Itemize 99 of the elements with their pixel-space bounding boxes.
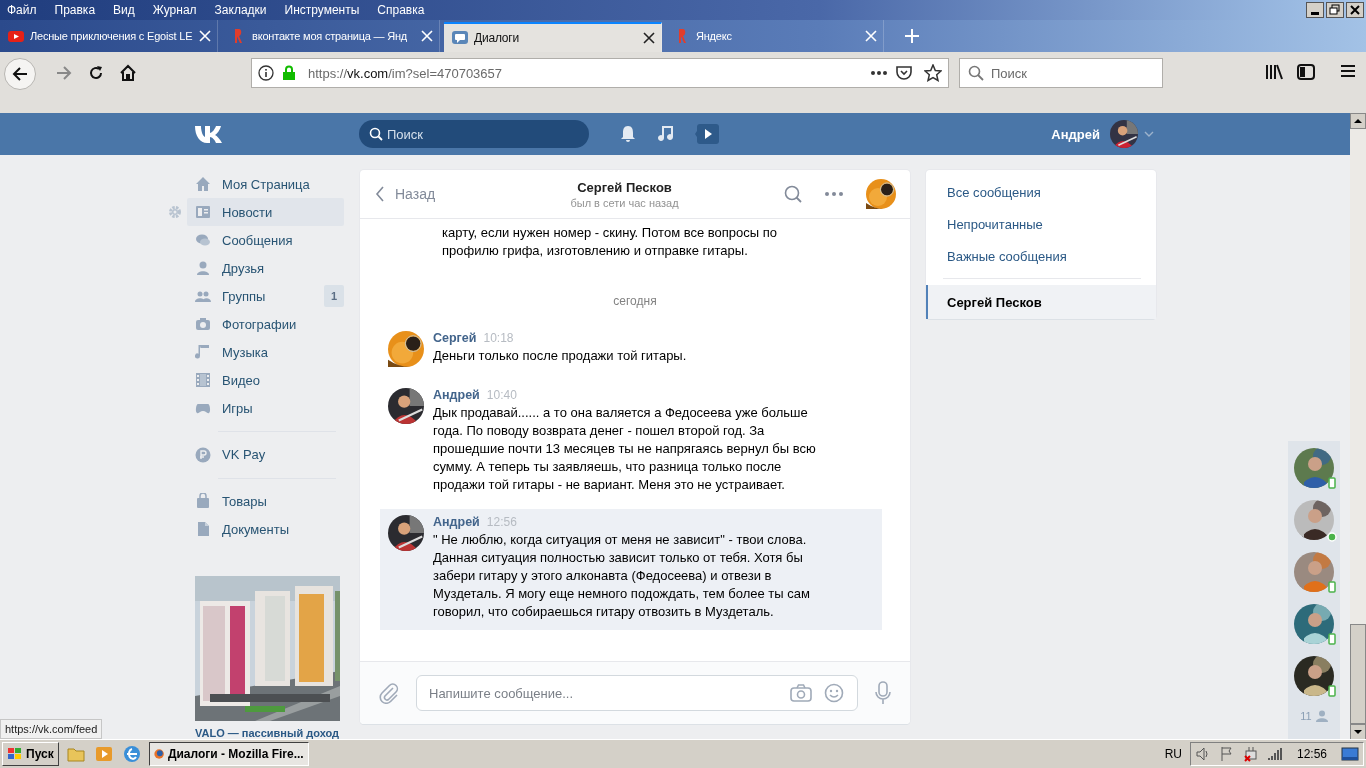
start-button[interactable]: Пуск — [2, 742, 59, 766]
user-name[interactable]: Андрей — [1051, 126, 1100, 142]
search-icon — [968, 65, 984, 81]
flag-icon[interactable] — [1218, 746, 1235, 762]
person-icon — [195, 260, 211, 276]
back-arrow-icon — [11, 65, 29, 83]
video-play-icon — [8, 28, 24, 44]
play-icon[interactable] — [695, 124, 719, 144]
author-name[interactable]: Андрей — [433, 388, 480, 402]
menu-item[interactable]: Файл — [7, 3, 43, 17]
scrollbar[interactable] — [1350, 113, 1366, 739]
close-icon — [1347, 3, 1363, 17]
message-text: Дык продавай...... а то она валяется а Федосеева уже больше года. По поводу возврата денег - пошел второй год. За прошедшие почти 13 месяцев ты не напрягаясь вернул бы всю сумму. А теперь ты заявляешь, что разница только после продажи той гитары - не вариант. Меня это не устраивает. — [433, 404, 817, 494]
counter-badge: 1 — [324, 285, 344, 307]
sidebar-item[interactable]: Новости — [187, 198, 344, 226]
author-name[interactable]: Сергей — [433, 331, 477, 345]
minimize-icon — [1311, 11, 1319, 15]
person-icon — [1315, 710, 1328, 722]
filter-link[interactable]: Непрочитанные — [926, 208, 1156, 240]
url-text: https://vk.com/im?sel=470703657 — [308, 65, 503, 81]
reload-icon[interactable] — [87, 64, 105, 82]
more-icon[interactable] — [870, 70, 888, 76]
speaker-icon[interactable] — [1194, 746, 1211, 762]
browser-tab[interactable]: Диалоги — [444, 22, 662, 52]
message-text: " Не люблю, когда ситуация от меня не зависит" - твои слова. Данная ситуация полностью зависит только от тебя. Хотя бы забери гитару у этого алконавта (Федосеева) и отвези в Муздеталь. Я могу еще немного подождать, тем более ты сам говорил, что собираешься гитару отвозить в Муздеталь. — [433, 531, 811, 621]
film-icon — [195, 372, 211, 388]
arrow-up-icon — [1350, 113, 1366, 129]
browser-icon — [153, 747, 164, 761]
chat-bubble-icon — [452, 30, 468, 46]
filter-link[interactable]: Важные сообщения — [926, 240, 1156, 272]
online-status: был в сети час назад — [570, 196, 679, 209]
close-button[interactable] — [1346, 2, 1364, 18]
menu-item[interactable]: Вид — [113, 3, 141, 17]
sidebar-item[interactable]: Игры — [187, 394, 344, 422]
menu-item[interactable]: Правка — [54, 3, 102, 17]
sidebar-item[interactable]: Группы 1 — [187, 282, 344, 310]
plus-icon — [904, 28, 920, 44]
shopping-bag-icon — [195, 493, 211, 509]
status-url: https://vk.com/feed — [0, 719, 103, 739]
menu-item[interactable]: Справка — [377, 3, 431, 17]
globe-icon[interactable] — [122, 745, 141, 763]
dialog-tab[interactable]: Сергей Песков — [926, 285, 1156, 319]
desktop-icon[interactable] — [1341, 746, 1359, 762]
back-link[interactable]: Назад — [375, 186, 545, 202]
speech-bubbles-icon — [195, 232, 211, 248]
music-note-icon[interactable] — [657, 125, 675, 143]
star-icon[interactable] — [924, 64, 942, 82]
date-divider: сегодня — [612, 294, 658, 308]
message-text: карту, если нужен номер - скину. Потом все вопросы по профилю грифа, изготовлению и отправке гитары. — [442, 224, 778, 260]
sidebar-item[interactable]: Моя Страница — [187, 170, 344, 198]
windows-flag-icon — [7, 747, 23, 761]
sidebar-item[interactable]: Фотографии — [187, 310, 344, 338]
home-icon — [195, 176, 211, 192]
author-name[interactable]: Андрей — [433, 515, 480, 529]
padlock-icon — [282, 65, 296, 81]
home-icon[interactable] — [119, 64, 137, 82]
coin-icon — [195, 446, 211, 463]
back-button[interactable] — [4, 58, 36, 90]
search-icon[interactable] — [784, 185, 802, 203]
sidebar-icon[interactable] — [1297, 64, 1315, 80]
clock: 12:56 — [1296, 747, 1327, 761]
contact-name[interactable]: Сергей Песков — [577, 179, 672, 195]
search-icon — [369, 127, 383, 141]
power-plug-icon[interactable] — [1242, 746, 1259, 762]
search-field[interactable]: Поиск — [359, 120, 589, 148]
menu-item[interactable]: Инструменты — [284, 3, 366, 17]
chevron-left-icon — [375, 186, 385, 202]
address-bar[interactable]: https://vk.com/im?sel=470703657 — [251, 58, 949, 88]
sidebar-item[interactable]: Видео — [187, 366, 344, 394]
filter-link[interactable]: Все сообщения — [926, 176, 1156, 208]
sidebar-item[interactable]: VK Pay — [187, 440, 344, 469]
language-indicator[interactable]: RU — [1164, 747, 1182, 761]
forward-icon[interactable] — [55, 64, 73, 82]
close-icon[interactable] — [643, 32, 655, 44]
menu-item[interactable]: Журнал — [152, 3, 203, 17]
sidebar-item[interactable]: Документы — [187, 515, 344, 543]
menu-icon[interactable] — [1340, 64, 1356, 78]
restore-icon — [1327, 3, 1343, 17]
sidebar-item[interactable]: Друзья — [187, 254, 344, 282]
restore-button[interactable] — [1326, 2, 1344, 18]
taskbar-button[interactable]: Диалоги - Mozilla Fire... — [148, 742, 309, 766]
ad-title[interactable]: VALO — пассивный доход — [195, 727, 344, 739]
document-icon — [195, 521, 211, 537]
sidebar-item[interactable]: Товары — [187, 487, 344, 515]
music-note-icon — [195, 344, 211, 360]
camera-icon — [195, 316, 211, 332]
minimize-button[interactable] — [1306, 2, 1324, 18]
bell-icon[interactable] — [619, 125, 637, 143]
signal-bars-icon[interactable] — [1266, 746, 1283, 762]
library-icon[interactable] — [1265, 64, 1283, 80]
sidebar-item[interactable]: Сообщения — [187, 226, 344, 254]
newspaper-icon — [195, 204, 211, 220]
paperclip-icon[interactable] — [378, 682, 400, 704]
menu-item[interactable]: Закладки — [214, 3, 273, 17]
info-icon — [258, 65, 274, 81]
search-field[interactable]: Поиск — [959, 58, 1163, 88]
pocket-icon[interactable] — [896, 65, 912, 81]
sidebar-item[interactable]: Музыка — [187, 338, 344, 366]
message-text: Деньги только после продажи той гитары. — [433, 347, 688, 365]
